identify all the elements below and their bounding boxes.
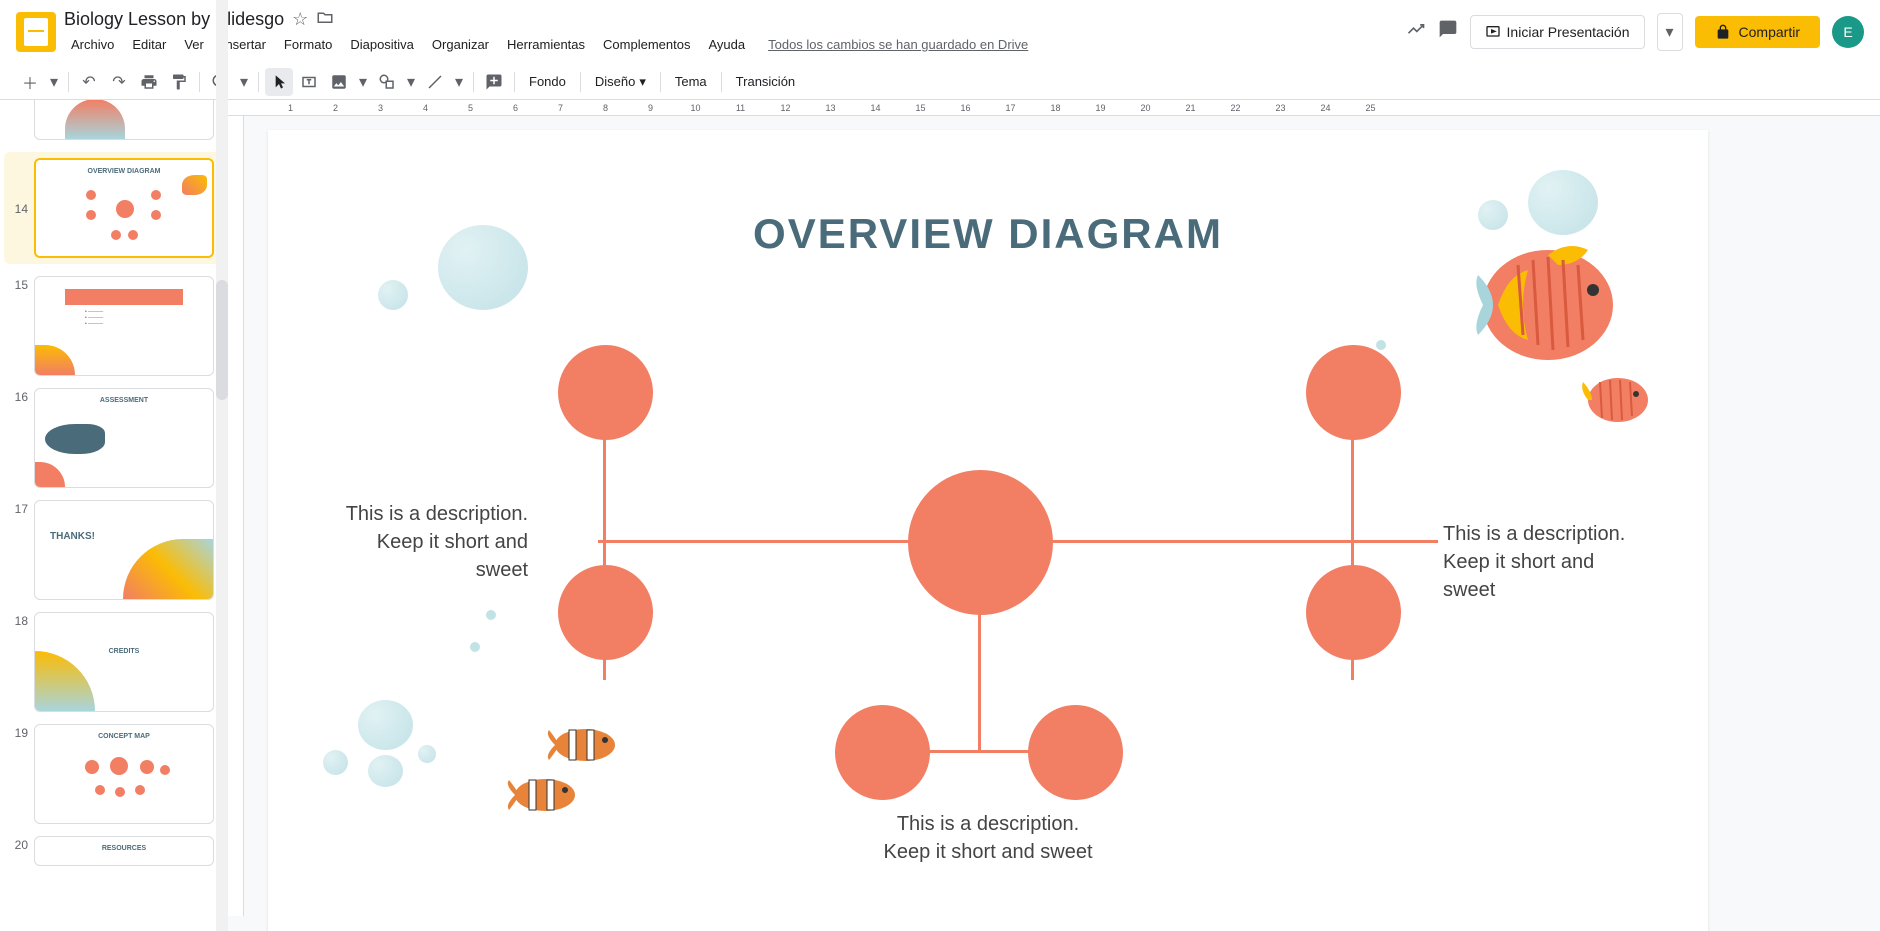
star-icon[interactable]: ☆: [292, 9, 308, 30]
bubble-decoration: [323, 750, 348, 775]
layout-button[interactable]: Diseño ▾: [587, 70, 654, 94]
slide-thumbnail[interactable]: RESOURCES: [34, 836, 214, 866]
bubble-decoration: [486, 610, 496, 620]
new-slide-button[interactable]: ＋: [16, 68, 44, 96]
shape-dropdown-icon[interactable]: ▾: [403, 68, 419, 96]
slide-thumbnail[interactable]: CONCEPT MAP: [34, 724, 214, 824]
slide-number: 14: [8, 200, 28, 216]
slide-number: 15: [8, 276, 28, 292]
slides-logo[interactable]: [16, 12, 56, 52]
bubble-decoration: [1376, 340, 1386, 350]
description-right[interactable]: This is a description. Keep it short and…: [1443, 520, 1643, 604]
activity-icon[interactable]: [1406, 19, 1426, 45]
horizontal-ruler: 1234567891011121314151617181920212223242…: [228, 100, 1880, 116]
bubble-decoration: [418, 745, 436, 763]
header: Biology Lesson by Slidesgo ☆ Archivo Edi…: [0, 0, 1880, 64]
description-bottom[interactable]: This is a description. Keep it short and…: [878, 810, 1098, 866]
present-label: Iniciar Presentación: [1507, 24, 1630, 40]
slide-panel[interactable]: 14 OVERVIEW DIAGRAM 15 • ———• ———• ———: [0, 100, 228, 931]
zoom-dropdown-icon[interactable]: ▾: [236, 68, 252, 96]
image-icon[interactable]: [325, 68, 353, 96]
diagram-node[interactable]: [835, 705, 930, 800]
bubble-decoration: [1478, 200, 1508, 230]
fish-decoration: [1578, 370, 1658, 435]
diagram-node[interactable]: [908, 470, 1053, 615]
present-button[interactable]: Iniciar Presentación: [1470, 15, 1645, 49]
present-dropdown-icon[interactable]: ▾: [1657, 13, 1683, 51]
print-icon[interactable]: [135, 68, 163, 96]
slide-number: 16: [8, 388, 28, 404]
line-icon[interactable]: [421, 68, 449, 96]
transition-button[interactable]: Transición: [728, 70, 803, 93]
new-slide-dropdown-icon[interactable]: ▾: [46, 68, 62, 96]
slide-number: 20: [8, 836, 28, 852]
bubble-decoration: [470, 642, 480, 652]
background-button[interactable]: Fondo: [521, 70, 574, 93]
add-comment-icon[interactable]: [480, 68, 508, 96]
title-area: Biology Lesson by Slidesgo ☆ Archivo Edi…: [64, 8, 1406, 56]
paint-format-icon[interactable]: [165, 68, 193, 96]
undo-icon[interactable]: ↶: [75, 68, 103, 96]
document-title[interactable]: Biology Lesson by Slidesgo: [64, 9, 284, 30]
theme-button[interactable]: Tema: [667, 70, 715, 93]
comments-icon[interactable]: [1438, 19, 1458, 45]
diagram-node[interactable]: [1306, 345, 1401, 440]
clownfish-decoration: [543, 720, 623, 775]
slide-canvas[interactable]: OVERVIEW DIAGRAM: [268, 130, 1708, 931]
bubble-decoration: [438, 225, 528, 310]
description-left[interactable]: This is a description. Keep it short and…: [328, 500, 528, 584]
diagram-node[interactable]: [1028, 705, 1123, 800]
slide-number: 17: [8, 500, 28, 516]
slide-number: 19: [8, 724, 28, 740]
main-area: 14 OVERVIEW DIAGRAM 15 • ———• ———• ———: [0, 100, 1880, 931]
diagram-node[interactable]: [558, 345, 653, 440]
save-status[interactable]: Todos los cambios se han guardado en Dri…: [768, 33, 1028, 56]
menu-ayuda[interactable]: Ayuda: [701, 33, 752, 56]
menu-bar: Archivo Editar Ver Insertar Formato Diap…: [64, 33, 1406, 56]
menu-organizar[interactable]: Organizar: [425, 33, 496, 56]
menu-complementos[interactable]: Complementos: [596, 33, 697, 56]
image-dropdown-icon[interactable]: ▾: [355, 68, 371, 96]
user-avatar[interactable]: E: [1832, 16, 1864, 48]
slide-number: 18: [8, 612, 28, 628]
move-folder-icon[interactable]: [316, 8, 334, 31]
bubble-decoration: [368, 755, 403, 787]
menu-diapositiva[interactable]: Diapositiva: [343, 33, 421, 56]
bubble-decoration: [378, 280, 408, 310]
diagram-node[interactable]: [558, 565, 653, 660]
menu-herramientas[interactable]: Herramientas: [500, 33, 592, 56]
line-dropdown-icon[interactable]: ▾: [451, 68, 467, 96]
slide-thumbnail-selected[interactable]: OVERVIEW DIAGRAM: [34, 158, 214, 258]
menu-editar[interactable]: Editar: [125, 33, 173, 56]
slide-thumbnail[interactable]: ASSESSMENT: [34, 388, 214, 488]
shape-icon[interactable]: [373, 68, 401, 96]
redo-icon[interactable]: ↷: [105, 68, 133, 96]
diagram-node[interactable]: [1306, 565, 1401, 660]
menu-formato[interactable]: Formato: [277, 33, 339, 56]
bubble-decoration: [358, 700, 413, 750]
share-button[interactable]: Compartir: [1695, 16, 1820, 48]
slide-thumbnail[interactable]: • ———• ———• ———: [34, 276, 214, 376]
menu-ver[interactable]: Ver: [177, 33, 211, 56]
slide-thumbnail[interactable]: CREDITS: [34, 612, 214, 712]
slide-thumbnail[interactable]: THANKS!: [34, 500, 214, 600]
bubble-decoration: [1528, 170, 1598, 235]
toolbar: ＋ ▾ ↶ ↷ ▾ ▾ ▾ ▾ Fondo Diseño ▾ Tema Tran…: [0, 64, 1880, 100]
slide-thumbnail[interactable]: [34, 100, 214, 140]
canvas-area[interactable]: 1234567891011121314151617181920212223242…: [228, 100, 1880, 931]
select-tool-icon[interactable]: [265, 68, 293, 96]
menu-archivo[interactable]: Archivo: [64, 33, 121, 56]
vertical-ruler: [228, 116, 244, 916]
textbox-icon[interactable]: [295, 68, 323, 96]
share-label: Compartir: [1739, 24, 1800, 40]
clownfish-decoration: [503, 770, 583, 825]
fish-decoration: [1468, 235, 1648, 380]
sidebar-scrollbar[interactable]: [216, 0, 228, 931]
